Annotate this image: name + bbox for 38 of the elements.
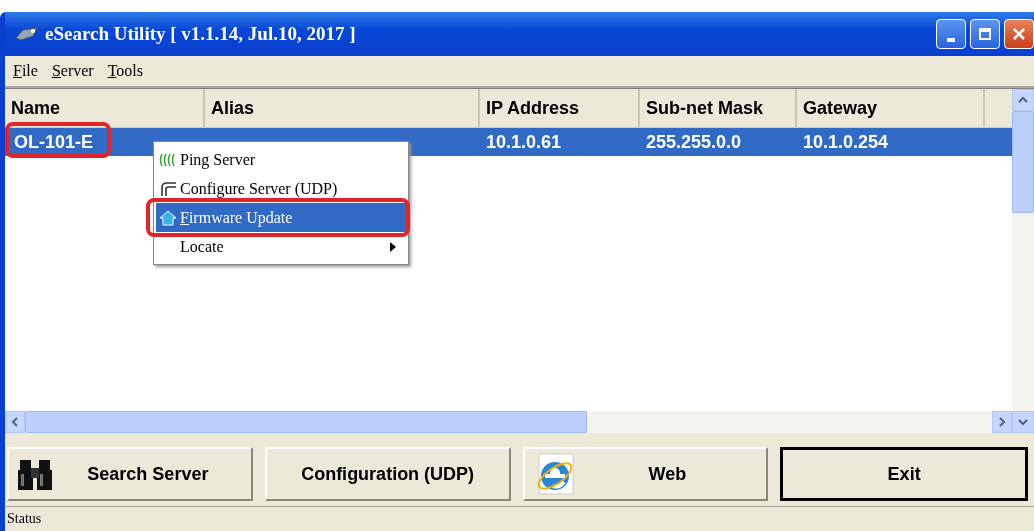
scroll-thumb[interactable] <box>1012 111 1034 213</box>
left-chevron-icon <box>10 417 20 427</box>
scroll-right-button[interactable] <box>992 411 1012 433</box>
close-icon <box>1012 27 1026 41</box>
table-cell: OL-101-E <box>14 131 94 153</box>
context-menu-item[interactable]: Locate <box>156 232 406 261</box>
close-button[interactable] <box>1004 19 1034 49</box>
maximize-button[interactable] <box>970 19 1000 49</box>
menu-item[interactable]: Tools <box>107 62 143 80</box>
down-chevron-icon <box>1018 417 1028 427</box>
window-title: eSearch Utility [ v1.1.14, Jul.10, 2017 ] <box>45 23 357 45</box>
horizontal-scrollbar[interactable] <box>5 411 1012 433</box>
action-button[interactable]: Exit <box>780 447 1028 501</box>
action-button[interactable]: Search Server <box>7 447 253 501</box>
up-chevron-icon <box>1018 95 1028 105</box>
action-button[interactable]: Configuration (UDP) <box>264 447 511 501</box>
menu-item[interactable]: File <box>13 62 38 80</box>
app-icon <box>15 26 39 42</box>
context-menu-item[interactable]: Firmware Update <box>156 203 406 232</box>
menu-item[interactable]: Server <box>51 62 94 80</box>
scroll-thumb[interactable] <box>25 411 587 433</box>
signal-waves-icon <box>159 151 177 168</box>
maximize-icon <box>978 27 992 41</box>
table-cell: 10.1.0.254 <box>803 131 889 153</box>
context-menu-item[interactable]: Configure Server (UDP) <box>156 174 406 203</box>
scroll-up-button[interactable] <box>1012 89 1034 111</box>
table-cell: 10.1.0.61 <box>486 131 562 153</box>
minimize-button[interactable] <box>936 19 966 49</box>
house-icon <box>159 209 177 226</box>
table-cell: 255.255.0.0 <box>646 131 742 153</box>
vertical-scrollbar[interactable] <box>1012 89 1034 433</box>
status-text: Status <box>7 511 42 527</box>
action-button[interactable]: Web <box>522 447 769 501</box>
scroll-down-button[interactable] <box>1012 411 1034 433</box>
plug-icon <box>159 180 177 197</box>
scroll-left-button[interactable] <box>5 411 25 433</box>
right-chevron-icon <box>997 417 1007 427</box>
minimize-icon <box>947 38 955 42</box>
